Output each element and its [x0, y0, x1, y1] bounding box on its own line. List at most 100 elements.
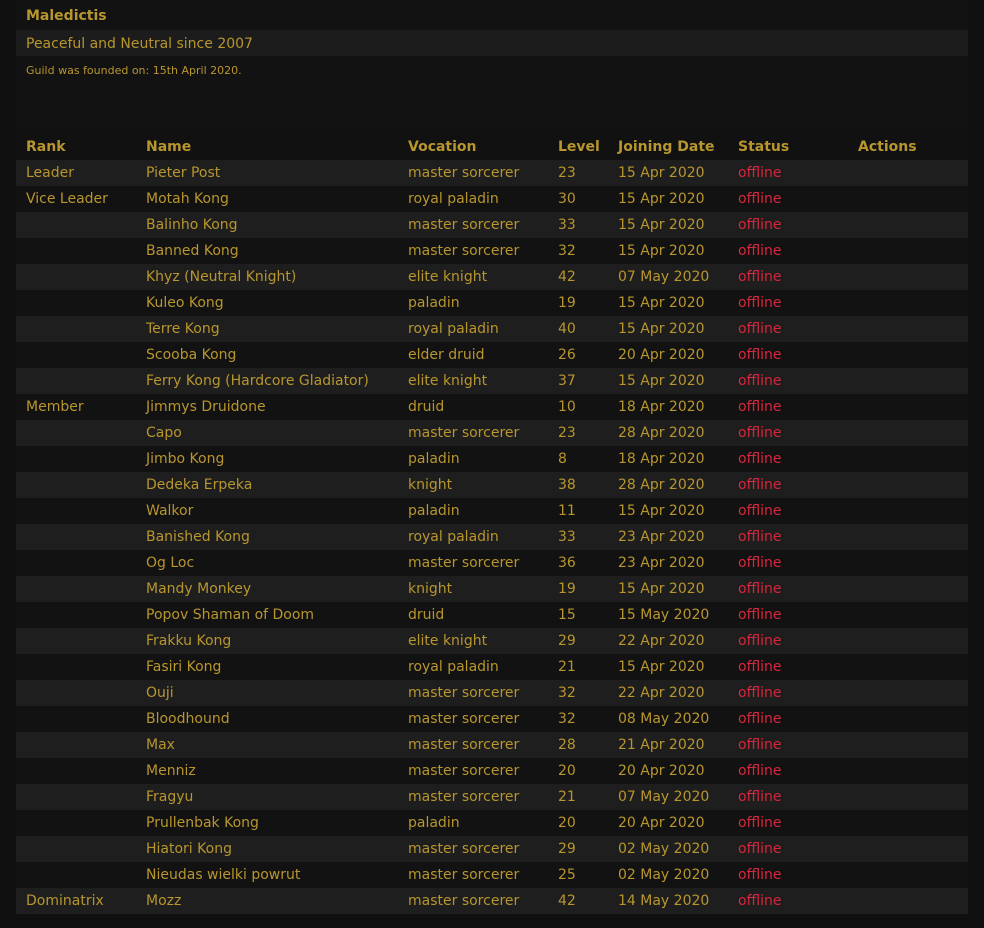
member-joining-date: 15 Apr 2020 [618, 165, 705, 181]
member-name-link[interactable]: Banished Kong [136, 524, 398, 550]
member-joining-date: 20 Apr 2020 [618, 347, 705, 363]
member-name-link[interactable]: Og Loc [136, 550, 398, 576]
member-name-link[interactable]: Prullenbak Kong [136, 810, 398, 836]
member-level: 20 [558, 815, 576, 831]
table-row: Kuleo Kong paladin 19 15 Apr 2020 offline [16, 290, 968, 316]
member-status: offline [738, 425, 782, 441]
member-level: 33 [558, 217, 576, 233]
member-joining-date: 28 Apr 2020 [618, 477, 705, 493]
member-vocation: master sorcerer [408, 841, 520, 857]
table-row: Walkor paladin 11 15 Apr 2020 offline [16, 498, 968, 524]
member-level: 29 [558, 633, 576, 649]
member-name-link[interactable]: Fasiri Kong [136, 654, 398, 680]
member-actions [848, 472, 968, 498]
member-name-link[interactable]: Khyz (Neutral Knight) [136, 264, 398, 290]
member-name-link[interactable]: Capo [136, 420, 398, 446]
member-name-link[interactable]: Banned Kong [136, 238, 398, 264]
member-status: offline [738, 737, 782, 753]
member-name-link[interactable]: Terre Kong [136, 316, 398, 342]
member-name-link[interactable]: Dedeka Erpeka [136, 472, 398, 498]
member-rank [16, 238, 136, 264]
member-name-link[interactable]: Scooba Kong [136, 342, 398, 368]
table-row: Leader Pieter Post master sorcerer 23 15 Apr… [16, 160, 968, 186]
member-name-link[interactable]: Jimmys Druidone [136, 394, 398, 420]
member-actions [848, 576, 968, 602]
member-name-link[interactable]: Mozz [136, 888, 398, 914]
guild-page: Maledictis Peaceful and Neutral since 20… [16, 0, 968, 914]
member-vocation: royal paladin [408, 659, 499, 675]
table-row: Scooba Kong elder druid 26 20 Apr 2020 offli… [16, 342, 968, 368]
header-joining-date: Joining Date [618, 139, 715, 155]
member-vocation: elite knight [408, 633, 488, 649]
member-vocation: royal paladin [408, 529, 499, 545]
member-level: 23 [558, 165, 576, 181]
member-vocation: royal paladin [408, 191, 499, 207]
member-actions [848, 160, 968, 186]
member-rank [16, 290, 136, 316]
member-name-link[interactable]: Motah Kong [136, 186, 398, 212]
member-actions [848, 420, 968, 446]
member-vocation: master sorcerer [408, 685, 520, 701]
member-name-link[interactable]: Menniz [136, 758, 398, 784]
member-name-link[interactable]: Frakku Kong [136, 628, 398, 654]
member-joining-date: 18 Apr 2020 [618, 399, 705, 415]
member-name-link[interactable]: Walkor [136, 498, 398, 524]
member-name-link[interactable]: Popov Shaman of Doom [136, 602, 398, 628]
table-row: Vice Leader Motah Kong royal paladin 30 15 A… [16, 186, 968, 212]
member-actions [848, 862, 968, 888]
member-actions [848, 654, 968, 680]
member-actions [848, 810, 968, 836]
member-actions [848, 342, 968, 368]
member-status: offline [738, 529, 782, 545]
member-vocation: master sorcerer [408, 893, 520, 909]
member-actions [848, 186, 968, 212]
member-rank [16, 680, 136, 706]
member-status: offline [738, 607, 782, 623]
table-row: Banned Kong master sorcerer 32 15 Apr 2020 o… [16, 238, 968, 264]
member-actions [848, 732, 968, 758]
member-level: 19 [558, 295, 576, 311]
member-joining-date: 02 May 2020 [618, 867, 710, 883]
member-name-link[interactable]: Mandy Monkey [136, 576, 398, 602]
member-name-link[interactable]: Balinho Kong [136, 212, 398, 238]
member-name-link[interactable]: Pieter Post [136, 160, 398, 186]
member-joining-date: 23 Apr 2020 [618, 529, 705, 545]
member-vocation: master sorcerer [408, 789, 520, 805]
member-name-link[interactable]: Fragyu [136, 784, 398, 810]
table-row: Dedeka Erpeka knight 38 28 Apr 2020 offline [16, 472, 968, 498]
table-row: Og Loc master sorcerer 36 23 Apr 2020 offlin… [16, 550, 968, 576]
member-level: 15 [558, 607, 576, 623]
member-rank [16, 706, 136, 732]
member-name-link[interactable]: Bloodhound [136, 706, 398, 732]
member-joining-date: 15 Apr 2020 [618, 659, 705, 675]
member-level: 32 [558, 243, 576, 259]
member-level: 8 [558, 451, 567, 467]
member-level: 20 [558, 763, 576, 779]
member-name-link[interactable]: Kuleo Kong [136, 290, 398, 316]
member-rank [16, 810, 136, 836]
member-joining-date: 07 May 2020 [618, 789, 710, 805]
header-rank: Rank [26, 139, 66, 155]
member-status: offline [738, 399, 782, 415]
member-name-link[interactable]: Nieudas wielki powrut [136, 862, 398, 888]
member-name-link[interactable]: Hiatori Kong [136, 836, 398, 862]
member-rank [16, 472, 136, 498]
member-status: offline [738, 191, 782, 207]
member-vocation: paladin [408, 295, 460, 311]
member-rank [16, 212, 136, 238]
member-vocation: master sorcerer [408, 867, 520, 883]
member-level: 26 [558, 347, 576, 363]
member-level: 32 [558, 711, 576, 727]
header-status: Status [738, 139, 790, 155]
member-vocation: royal paladin [408, 321, 499, 337]
member-name-link[interactable]: Jimbo Kong [136, 446, 398, 472]
member-name-link[interactable]: Ferry Kong (Hardcore Gladiator) [136, 368, 398, 394]
member-vocation: elder druid [408, 347, 485, 363]
member-name-link[interactable]: Max [136, 732, 398, 758]
member-status: offline [738, 763, 782, 779]
member-status: offline [738, 321, 782, 337]
member-name-link[interactable]: Ouji [136, 680, 398, 706]
member-status: offline [738, 711, 782, 727]
member-actions [848, 264, 968, 290]
table-row: Fragyu master sorcerer 21 07 May 2020 offlin… [16, 784, 968, 810]
